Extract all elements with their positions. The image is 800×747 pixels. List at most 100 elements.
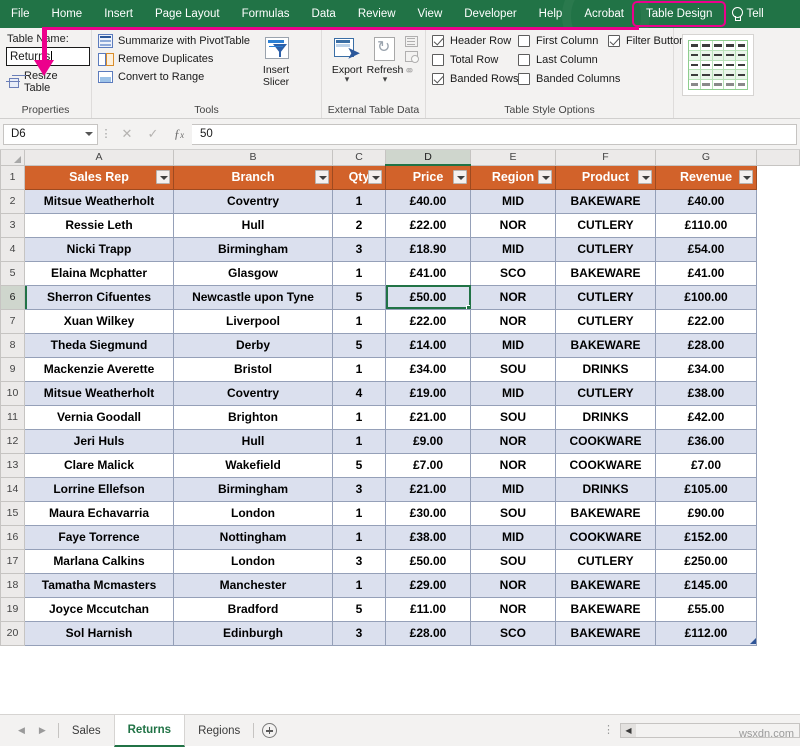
cell-D14[interactable]: £21.00 [386, 477, 471, 501]
ribbon-tab-home[interactable]: Home [41, 0, 94, 28]
cell-B19[interactable]: Bradford [174, 597, 333, 621]
cell-E16[interactable]: MID [471, 525, 556, 549]
previous-sheet-icon[interactable]: ◀ [18, 725, 25, 736]
cell-A13[interactable]: Clare Malick [25, 453, 174, 477]
checkbox-banded-rows[interactable]: Banded Rows [432, 73, 518, 85]
cell-E19[interactable]: NOR [471, 597, 556, 621]
new-sheet-button[interactable] [254, 723, 284, 738]
cell-C11[interactable]: 1 [333, 405, 386, 429]
cell-F15[interactable]: BAKEWARE [556, 501, 656, 525]
ribbon-tab-file[interactable]: File [0, 0, 41, 28]
cell-D12[interactable]: £9.00 [386, 429, 471, 453]
row-header-6[interactable]: 6 [1, 285, 25, 309]
cell-E8[interactable]: MID [471, 333, 556, 357]
table-name-input[interactable]: Returns [6, 47, 90, 66]
cell-G16[interactable]: £152.00 [656, 525, 757, 549]
empty-cell[interactable] [757, 309, 800, 333]
cell-C20[interactable]: 3 [333, 621, 386, 645]
ribbon-tab-insert[interactable]: Insert [93, 0, 144, 28]
cell-B13[interactable]: Wakefield [174, 453, 333, 477]
cell-B4[interactable]: Birmingham [174, 237, 333, 261]
empty-cell[interactable] [757, 285, 800, 309]
cell-F20[interactable]: BAKEWARE [556, 621, 656, 645]
cell-C13[interactable]: 5 [333, 453, 386, 477]
column-header-b[interactable]: B [174, 150, 333, 165]
cell-F13[interactable]: COOKWARE [556, 453, 656, 477]
cell-A2[interactable]: Mitsue Weatherholt [25, 189, 174, 213]
ribbon-tab-table-design[interactable]: Table Design [635, 0, 723, 28]
convert-to-range-button[interactable]: Convert to Range [98, 70, 250, 84]
table-resize-handle[interactable] [750, 638, 756, 644]
select-all-corner[interactable] [1, 150, 25, 165]
cell-G7[interactable]: £22.00 [656, 309, 757, 333]
cell-C17[interactable]: 3 [333, 549, 386, 573]
cell-A10[interactable]: Mitsue Weatherholt [25, 381, 174, 405]
cell-G12[interactable]: £36.00 [656, 429, 757, 453]
cell-D2[interactable]: £40.00 [386, 189, 471, 213]
next-sheet-icon[interactable]: ▶ [39, 725, 46, 736]
cell-F7[interactable]: CUTLERY [556, 309, 656, 333]
cell-E18[interactable]: NOR [471, 573, 556, 597]
empty-cell[interactable] [757, 165, 800, 189]
cell-F12[interactable]: COOKWARE [556, 429, 656, 453]
empty-cell[interactable] [757, 261, 800, 285]
cell-C15[interactable]: 1 [333, 501, 386, 525]
cell-C2[interactable]: 1 [333, 189, 386, 213]
scrollbar-grip[interactable]: ⋮ [603, 727, 614, 734]
cell-C18[interactable]: 1 [333, 573, 386, 597]
row-header-10[interactable]: 10 [1, 381, 25, 405]
empty-cell[interactable] [757, 237, 800, 261]
cell-D7[interactable]: £22.00 [386, 309, 471, 333]
export-dropdown-chevron-down-icon[interactable]: ▾ [345, 76, 350, 83]
formula-input[interactable]: 50 [192, 124, 797, 145]
cell-G20[interactable]: £112.00 [656, 621, 757, 645]
table-style-preview[interactable] [682, 34, 754, 96]
name-box[interactable]: D6 [3, 124, 98, 145]
cell-F3[interactable]: CUTLERY [556, 213, 656, 237]
empty-cell[interactable] [757, 213, 800, 237]
cell-G15[interactable]: £90.00 [656, 501, 757, 525]
table-column-header-price[interactable]: Price [386, 165, 471, 189]
checkbox-total-row[interactable]: Total Row [432, 54, 518, 66]
row-header-3[interactable]: 3 [1, 213, 25, 237]
cell-C12[interactable]: 1 [333, 429, 386, 453]
filter-dropdown-icon[interactable] [368, 170, 382, 184]
cell-D16[interactable]: £38.00 [386, 525, 471, 549]
cell-A18[interactable]: Tamatha Mcmasters [25, 573, 174, 597]
filter-dropdown-icon[interactable] [315, 170, 329, 184]
row-header-4[interactable]: 4 [1, 237, 25, 261]
cell-C7[interactable]: 1 [333, 309, 386, 333]
filter-dropdown-icon[interactable] [156, 170, 170, 184]
column-header-a[interactable]: A [25, 150, 174, 165]
empty-cell[interactable] [757, 597, 800, 621]
ribbon-tab-help[interactable]: Help [528, 0, 574, 28]
cell-A9[interactable]: Mackenzie Averette [25, 357, 174, 381]
cell-C5[interactable]: 1 [333, 261, 386, 285]
cell-E6[interactable]: NOR [471, 285, 556, 309]
cell-D8[interactable]: £14.00 [386, 333, 471, 357]
row-header-11[interactable]: 11 [1, 405, 25, 429]
cell-C16[interactable]: 1 [333, 525, 386, 549]
cell-D18[interactable]: £29.00 [386, 573, 471, 597]
unlink-icon[interactable] [404, 65, 419, 78]
cell-C8[interactable]: 5 [333, 333, 386, 357]
row-header-8[interactable]: 8 [1, 333, 25, 357]
cancel-formula-icon[interactable]: ✕ [114, 126, 140, 142]
column-header-h[interactable] [757, 150, 800, 165]
row-header-5[interactable]: 5 [1, 261, 25, 285]
cell-E10[interactable]: MID [471, 381, 556, 405]
cell-G5[interactable]: £41.00 [656, 261, 757, 285]
cell-B12[interactable]: Hull [174, 429, 333, 453]
cell-D11[interactable]: £21.00 [386, 405, 471, 429]
formula-bar-grip[interactable]: ⋮ [98, 131, 114, 138]
row-header-16[interactable]: 16 [1, 525, 25, 549]
empty-cell[interactable] [757, 333, 800, 357]
cell-F4[interactable]: CUTLERY [556, 237, 656, 261]
cell-F6[interactable]: CUTLERY [556, 285, 656, 309]
cell-B11[interactable]: Brighton [174, 405, 333, 429]
empty-cell[interactable] [757, 477, 800, 501]
cell-A11[interactable]: Vernia Goodall [25, 405, 174, 429]
filter-dropdown-icon[interactable] [538, 170, 552, 184]
sheet-nav-arrows[interactable]: ◀ ▶ [0, 725, 58, 736]
row-header-20[interactable]: 20 [1, 621, 25, 645]
